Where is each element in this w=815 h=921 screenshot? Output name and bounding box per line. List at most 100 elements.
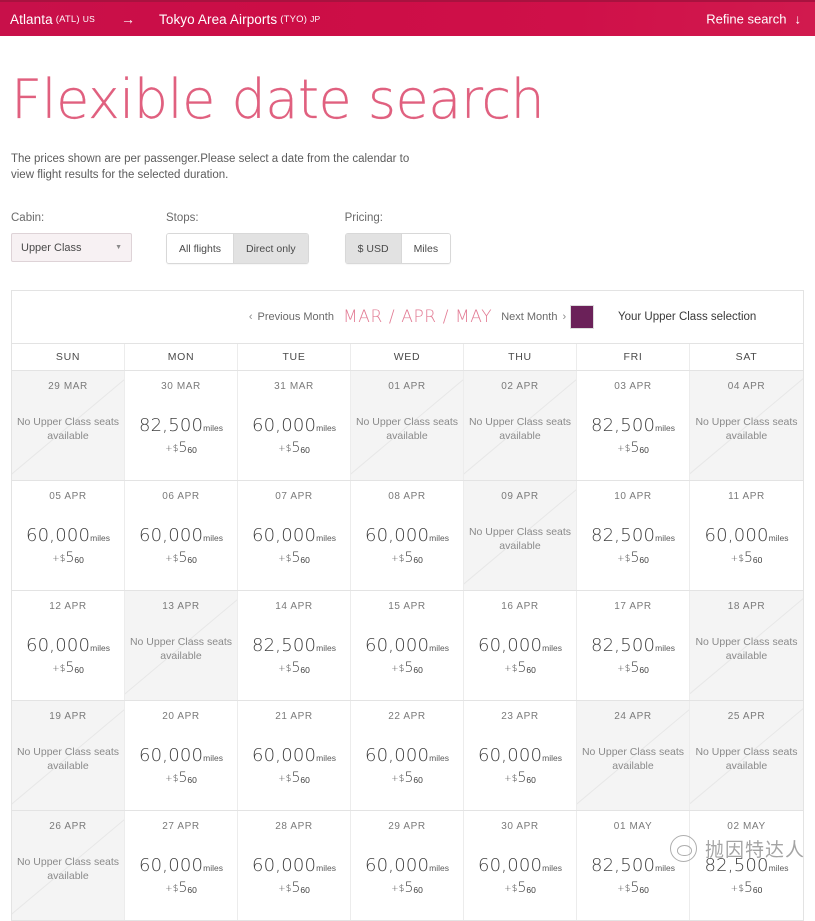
calendar-day-cell[interactable]: 10 APR 82,500miles +$560 xyxy=(577,481,690,591)
calendar-day-body: 82,500miles +$560 xyxy=(577,635,689,676)
tax-prefix: +$ xyxy=(504,774,518,785)
calendar-day-date: 29 APR xyxy=(388,821,426,833)
miles-value: 60,000 xyxy=(364,525,430,547)
miles-unit-label: miles xyxy=(655,643,676,654)
miles-value: 82,500 xyxy=(138,415,204,437)
miles-unit-label: miles xyxy=(768,863,789,874)
tax-cents-amount: 60 xyxy=(526,885,536,896)
calendar-day-cell[interactable]: 11 APR 60,000miles +$560 xyxy=(690,481,803,591)
previous-month-button[interactable]: Previous Month xyxy=(258,311,334,323)
chevron-left-icon[interactable]: ‹ xyxy=(249,311,253,323)
miles-value: 60,000 xyxy=(364,635,430,657)
tax-cents-amount: 60 xyxy=(752,555,763,566)
stops-option-all-flights[interactable]: All flights xyxy=(167,234,235,264)
calendar-week-row: 29 MAR No Upper Class seats available 30 M… xyxy=(12,371,803,482)
tax-prefix: +$ xyxy=(391,664,405,675)
miles-value: 60,000 xyxy=(25,635,91,657)
calendar-day-tax: +$560 xyxy=(464,880,576,896)
stops-option-direct-only[interactable]: Direct only xyxy=(234,234,308,264)
calendar-week-row: 26 APR No Upper Class seats available 27 A… xyxy=(12,811,803,921)
calendar-day-miles: 60,000miles xyxy=(238,415,350,436)
chevron-right-icon[interactable]: › xyxy=(562,311,566,323)
calendar-day-date: 17 APR xyxy=(614,601,652,613)
pricing-option-usd[interactable]: $ USD xyxy=(345,234,402,264)
calendar-day-miles: 60,000miles xyxy=(464,855,576,876)
calendar-day-miles: 82,500miles xyxy=(690,855,803,876)
calendar-day-miles: 82,500miles xyxy=(238,635,350,656)
calendar-day-cell[interactable]: 20 APR 60,000miles +$560 xyxy=(125,701,238,811)
day-header-tue: TUE xyxy=(238,344,351,371)
calendar-day-cell[interactable]: 06 APR 60,000miles +$560 xyxy=(125,481,238,591)
calendar-day-cell: 18 APR No Upper Class seats available xyxy=(690,591,803,701)
tax-cents-amount: 60 xyxy=(413,555,423,566)
calendar-day-date: 09 APR xyxy=(501,491,539,503)
calendar-day-body: 82,500miles +$560 xyxy=(125,415,237,456)
tax-cents-amount: 60 xyxy=(187,555,197,566)
tax-cents-amount: 60 xyxy=(413,885,423,896)
miles-unit-label: miles xyxy=(316,643,337,654)
calendar-day-cell[interactable]: 08 APR 60,000miles +$560 xyxy=(351,481,464,591)
calendar-day-date: 12 APR xyxy=(49,601,87,613)
calendar-day-cell[interactable]: 31 MAR 60,000miles +$560 xyxy=(238,371,351,481)
refine-search-button[interactable]: Refine search ↓ xyxy=(706,12,801,27)
calendar-day-cell[interactable]: 07 APR 60,000miles +$560 xyxy=(238,481,351,591)
calendar-day-tax: +$560 xyxy=(351,550,463,566)
calendar-day-date: 15 APR xyxy=(388,601,426,613)
calendar-day-body: No Upper Class seats available xyxy=(690,415,803,443)
cabin-select[interactable]: Upper Class ▼ xyxy=(11,233,132,263)
calendar-day-cell[interactable]: 01 MAY 82,500miles +$560 xyxy=(577,811,690,921)
calendar-day-tax: +$560 xyxy=(125,440,237,456)
tax-prefix: +$ xyxy=(617,444,631,455)
calendar-day-cell[interactable]: 15 APR 60,000miles +$560 xyxy=(351,591,464,701)
calendar-day-date: 02 APR xyxy=(501,381,539,393)
no-seats-message: No Upper Class seats available xyxy=(695,416,798,443)
calendar-day-cell[interactable]: 27 APR 60,000miles +$560 xyxy=(125,811,238,921)
no-seats-message: No Upper Class seats available xyxy=(16,416,120,443)
calendar-day-tax: +$560 xyxy=(12,660,124,676)
calendar-day-cell[interactable]: 29 APR 60,000miles +$560 xyxy=(351,811,464,921)
calendar-day-tax: +$560 xyxy=(464,770,576,786)
miles-value: 82,500 xyxy=(590,635,656,657)
tax-cents-amount: 60 xyxy=(300,775,310,786)
route-bar: Atlanta (ATL) US → Tokyo Area Airports (… xyxy=(0,0,815,36)
calendar-day-body: 82,500miles +$560 xyxy=(577,415,689,456)
no-seats-message: No Upper Class seats available xyxy=(468,526,572,553)
tax-whole-amount: 5 xyxy=(178,880,188,897)
calendar-day-cell: 29 MAR No Upper Class seats available xyxy=(12,371,125,481)
refine-search-label: Refine search xyxy=(706,11,787,27)
calendar-day-cell[interactable]: 03 APR 82,500miles +$560 xyxy=(577,371,690,481)
calendar-day-miles: 82,500miles xyxy=(577,635,689,656)
calendar-day-body: 60,000miles +$560 xyxy=(351,635,463,676)
calendar-day-cell[interactable]: 21 APR 60,000miles +$560 xyxy=(238,701,351,811)
calendar-month-nav: ‹ Previous Month MAR / APR / MAY Next Mo… xyxy=(249,307,566,327)
calendar-day-body: 60,000miles +$560 xyxy=(125,525,237,566)
calendar-day-cell[interactable]: 12 APR 60,000miles +$560 xyxy=(12,591,125,701)
calendar-day-cell[interactable]: 17 APR 82,500miles +$560 xyxy=(577,591,690,701)
calendar-day-body: 60,000miles +$560 xyxy=(464,745,576,786)
calendar-day-cell: 09 APR No Upper Class seats available xyxy=(464,481,577,591)
calendar-day-cell[interactable]: 05 APR 60,000miles +$560 xyxy=(12,481,125,591)
calendar-day-cell[interactable]: 22 APR 60,000miles +$560 xyxy=(351,701,464,811)
calendar-day-date: 30 MAR xyxy=(161,381,201,393)
tax-whole-amount: 5 xyxy=(291,880,301,897)
pricing-option-miles[interactable]: Miles xyxy=(401,234,451,264)
calendar-day-body: 60,000miles +$560 xyxy=(125,745,237,786)
destination-airport-code: (TYO) xyxy=(280,13,308,25)
calendar-day-miles: 60,000miles xyxy=(351,635,463,656)
calendar-day-cell[interactable]: 28 APR 60,000miles +$560 xyxy=(238,811,351,921)
miles-unit-label: miles xyxy=(768,533,789,544)
calendar-day-tax: +$560 xyxy=(351,880,463,896)
calendar-day-cell[interactable]: 30 MAR 82,500miles +$560 xyxy=(125,371,238,481)
tax-prefix: +$ xyxy=(165,444,179,455)
calendar-day-cell[interactable]: 30 APR 60,000miles +$560 xyxy=(464,811,577,921)
calendar-day-cell[interactable]: 16 APR 60,000miles +$560 xyxy=(464,591,577,701)
calendar-day-cell[interactable]: 14 APR 82,500miles +$560 xyxy=(238,591,351,701)
calendar-day-cell: 13 APR No Upper Class seats available xyxy=(125,591,238,701)
calendar-day-cell[interactable]: 23 APR 60,000miles +$560 xyxy=(464,701,577,811)
miles-value: 60,000 xyxy=(364,855,430,877)
next-month-button[interactable]: Next Month xyxy=(501,311,557,323)
miles-unit-label: miles xyxy=(316,533,337,544)
route-arrow-icon: → xyxy=(121,11,135,27)
calendar-day-cell[interactable]: 02 MAY 82,500miles +$560 xyxy=(690,811,803,921)
calendar-day-body: 60,000miles +$560 xyxy=(351,525,463,566)
